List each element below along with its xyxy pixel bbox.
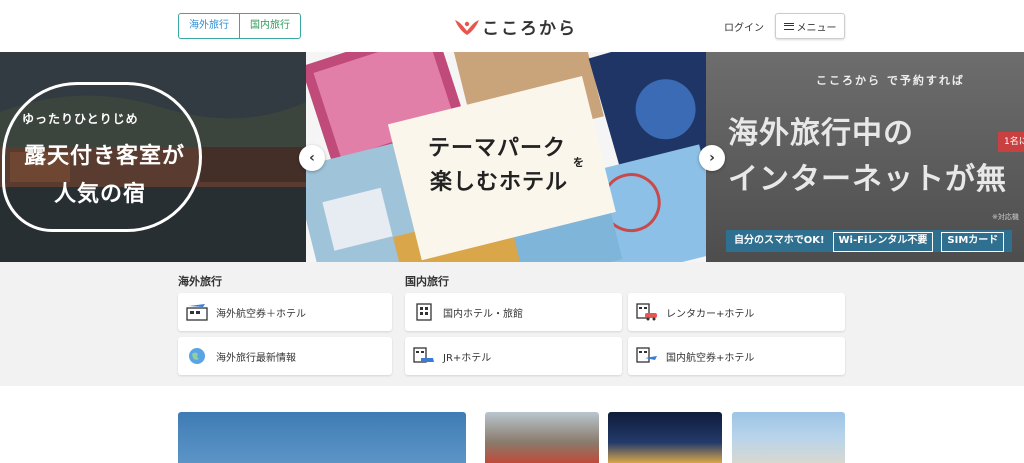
chevron-left-icon: ‹ [309, 150, 315, 166]
globe-icon [186, 346, 208, 366]
slide-wifi-promo[interactable]: こころから で予約すれば 海外旅行中の インターネットが無 1名に ※対応機 自… [706, 52, 1024, 262]
overseas-news-button[interactable]: 海外旅行最新情報 [178, 337, 392, 375]
rentacar-hotel-button[interactable]: レンタカー+ホテル [628, 293, 845, 331]
jr-hotel-button[interactable]: JR+ホテル [405, 337, 622, 375]
promo-bar-text: 自分のスマホでOK! [734, 235, 825, 246]
slide-headline-1: 海外旅行中の [728, 116, 914, 151]
domestic-hotel-button[interactable]: 国内ホテル・旅館 [405, 293, 622, 331]
slide-onsen-room[interactable]: ゆったりひとりじめ 露天付き客室が 人気の宿 [0, 52, 306, 262]
featured-photo-card[interactable] [178, 412, 466, 463]
slide-theme-park-hotel[interactable]: テーマパーク を 楽しむホテル [306, 52, 706, 262]
button-label: JR+ホテル [443, 352, 492, 364]
slide-particle: を [573, 156, 584, 169]
slide-brand: こころから で予約すれば [816, 74, 965, 87]
domestic-section-title: 国内旅行 [405, 275, 449, 288]
menu-label: メニュー [796, 22, 837, 34]
hamburger-icon [783, 22, 794, 30]
destination-card-2[interactable] [608, 412, 722, 463]
bird-logo-icon [455, 19, 479, 35]
login-link[interactable]: ログイン [724, 19, 764, 34]
hero-carousel: ゆったりひとりじめ 露天付き客室が 人気の宿 テーマパーク を 楽しむホテル こ… [0, 52, 1024, 262]
destination-card-3[interactable] [732, 412, 845, 463]
plane-hotel-icon [186, 302, 208, 322]
promo-bar: 自分のスマホでOK! Wi-Fiレンタル不要 SIMカード [726, 230, 1013, 252]
slide-note: ※対応機 [992, 213, 1019, 221]
slide-tagline: ゆったりひとりじめ [22, 112, 139, 126]
slide-headline-2: インターネットが無 [728, 162, 1007, 197]
button-label: 国内航空券+ホテル [666, 352, 755, 364]
plane-hotel-icon [636, 346, 658, 366]
site-header: 海外旅行 国内旅行 こころから ログイン メニュー [0, 0, 1024, 52]
tab-overseas[interactable]: 海外旅行 [179, 14, 240, 38]
carousel-prev-button[interactable]: ‹ [299, 145, 325, 171]
menu-button[interactable]: メニュー [775, 13, 845, 39]
slide-headline-2: 楽しむホテル [430, 170, 569, 195]
slide-headline-1: 露天付き客室が [24, 144, 186, 169]
site-logo[interactable]: こころから [454, 14, 577, 39]
tab-domestic[interactable]: 国内旅行 [240, 14, 300, 38]
travel-type-switch: 海外旅行 国内旅行 [178, 13, 301, 39]
promo-box-wifi: Wi-Fiレンタル不要 [832, 232, 934, 252]
slide-headline-1: テーマパーク [428, 136, 567, 161]
button-label: 海外旅行最新情報 [216, 352, 296, 364]
promo-box-sim: SIMカード [941, 232, 1005, 252]
domestic-flight-hotel-button[interactable]: 国内航空券+ホテル [628, 337, 845, 375]
button-label: 海外航空券＋ホテル [216, 308, 306, 320]
chevron-right-icon: › [709, 150, 715, 166]
building-icon [413, 302, 435, 322]
carousel-next-button[interactable]: › [699, 145, 725, 171]
car-hotel-icon [636, 302, 658, 322]
button-label: 国内ホテル・旅館 [443, 308, 523, 320]
button-label: レンタカー+ホテル [666, 308, 755, 320]
promo-badge: 1名に [998, 132, 1024, 152]
overseas-flight-hotel-button[interactable]: 海外航空券＋ホテル [178, 293, 392, 331]
train-hotel-icon [413, 346, 435, 366]
overseas-section-title: 海外旅行 [178, 275, 222, 288]
destination-card-1[interactable] [485, 412, 599, 463]
logo-text: こころから [482, 19, 577, 39]
slide-headline-2: 人気の宿 [54, 182, 147, 207]
